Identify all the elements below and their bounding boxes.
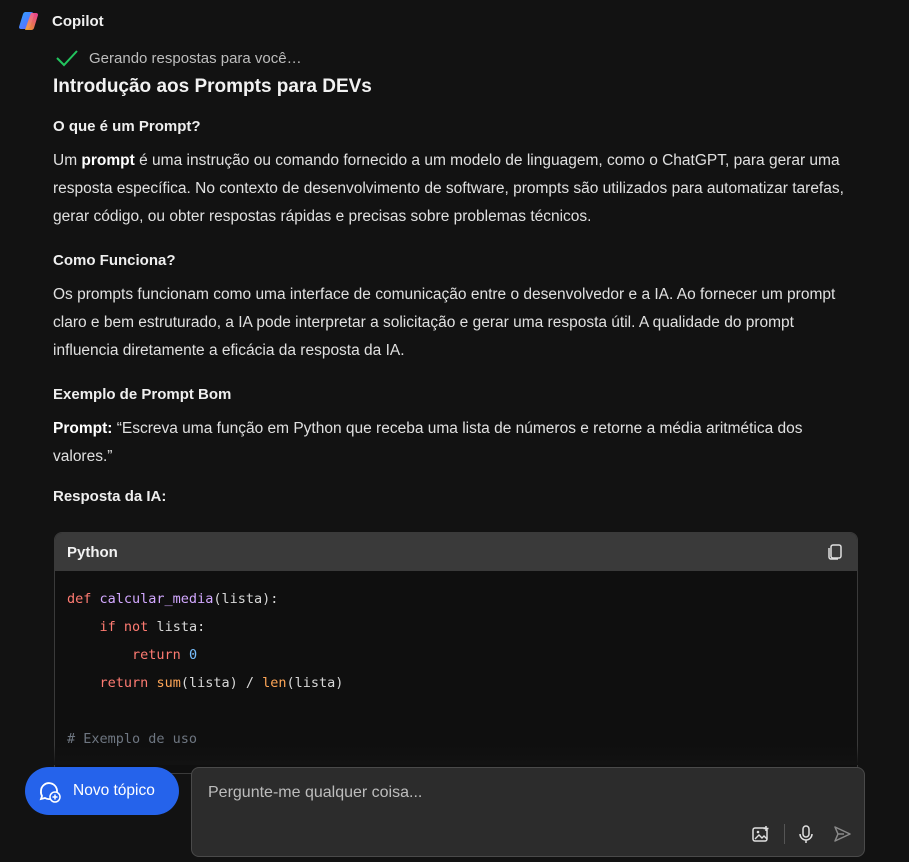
text-fragment: Um <box>53 152 82 169</box>
code-token: sum <box>156 675 181 691</box>
code-token: (lista) / <box>180 675 263 691</box>
section-paragraph-what: Um prompt é uma instrução ou comando for… <box>53 147 863 231</box>
new-topic-label: Novo tópico <box>73 782 155 799</box>
code-token: if <box>99 619 116 635</box>
example-prompt-paragraph: Prompt: “Escreva uma função em Python qu… <box>53 415 863 471</box>
app-header: Copilot <box>18 8 104 34</box>
new-topic-button[interactable]: Novo tópico <box>25 767 179 815</box>
code-token: (lista): <box>213 591 279 607</box>
copilot-logo-icon <box>18 9 42 33</box>
copy-icon <box>828 544 842 560</box>
code-token: def <box>67 591 92 607</box>
prompt-label: Prompt: <box>53 420 113 437</box>
bold-term: prompt <box>81 152 135 169</box>
code-line: return sum(lista) / len(lista) <box>67 669 845 697</box>
scroll-fade <box>0 745 909 765</box>
microphone-button[interactable] <box>795 823 817 845</box>
send-button[interactable] <box>831 823 853 845</box>
code-language-label: Python <box>67 543 118 561</box>
section-heading-what: O que é um Prompt? <box>53 118 201 135</box>
code-token: return <box>132 647 181 663</box>
send-icon <box>834 826 851 842</box>
response-content: Introdução aos Prompts para DEVs O que é… <box>53 74 863 509</box>
text-fragment: é uma instrução ou comando fornecido a u… <box>53 152 844 225</box>
app-title: Copilot <box>52 12 104 30</box>
check-icon <box>56 50 78 67</box>
code-token: lista: <box>148 619 206 635</box>
status-text: Gerando respostas para você… <box>89 49 302 67</box>
section-paragraph-how: Os prompts funcionam como uma interface … <box>53 286 836 359</box>
copy-code-button[interactable] <box>825 542 845 562</box>
code-token: 0 <box>188 647 198 663</box>
code-block-header: Python <box>55 533 857 571</box>
code-line: if not lista: <box>67 613 845 641</box>
section-heading-example: Exemplo de Prompt Bom <box>53 386 232 403</box>
generation-status: Gerando respostas para você… <box>55 48 302 68</box>
message-composer <box>191 767 865 857</box>
code-token: not <box>123 619 149 635</box>
code-line: return 0 <box>67 641 845 669</box>
image-add-icon <box>752 826 769 842</box>
message-input[interactable] <box>206 780 850 806</box>
add-image-button[interactable] <box>750 823 772 845</box>
composer-divider <box>784 824 785 844</box>
response-title: Introdução aos Prompts para DEVs <box>53 76 372 97</box>
new-chat-icon <box>39 782 61 803</box>
code-token: (lista) <box>286 675 344 691</box>
code-token: return <box>99 675 149 691</box>
code-block: Python def calcular_media(lista): if not… <box>54 532 858 774</box>
code-line: def calcular_media(lista): <box>67 585 845 613</box>
section-heading-how: Como Funciona? <box>53 252 176 269</box>
code-content: def calcular_media(lista): if not lista:… <box>55 571 857 767</box>
answer-label: Resposta da IA: <box>53 488 167 505</box>
prompt-text: “Escreva uma função em Python que receba… <box>53 420 803 465</box>
microphone-icon <box>799 825 813 843</box>
code-token: calcular_media <box>99 591 214 607</box>
code-token: len <box>262 675 287 691</box>
